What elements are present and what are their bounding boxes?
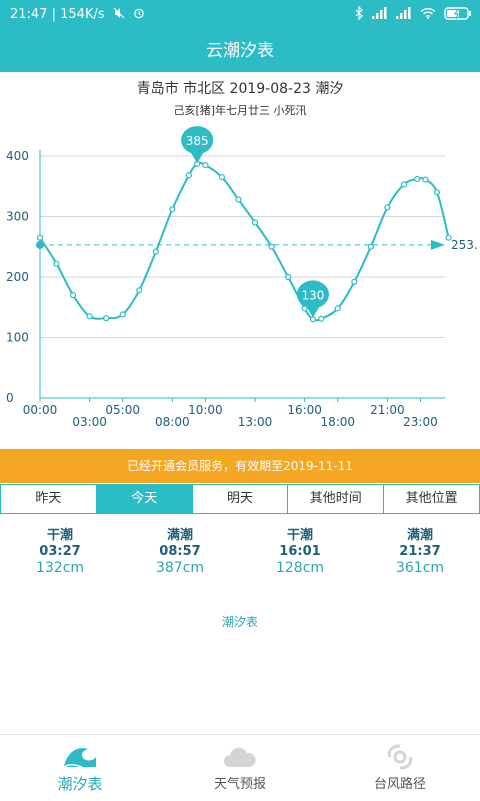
data-point [268,243,275,250]
tab-tomorrow[interactable]: 明天 [192,484,289,514]
data-point [400,181,408,188]
nav-label: 潮汐表 [57,775,103,793]
event-time: 03:27 [39,544,81,559]
event-height: 387cm [155,560,205,576]
data-point [334,305,341,312]
signal-icon [372,7,387,19]
data-point [384,204,391,211]
data-point [351,278,358,285]
x-tick-label: 08:00 [155,415,190,429]
x-tick-label: 23:00 [403,415,438,429]
data-point [433,189,441,196]
data-point [309,316,317,323]
x-tick-label: 00:00 [23,403,58,417]
data-point [36,234,44,241]
bluetooth-icon [355,6,363,20]
mute-icon [113,7,125,19]
x-tick-label: 21:00 [370,403,405,417]
status-left: 21:47 | 154K/s [10,7,145,22]
tab-today[interactable]: 今天 [96,484,193,514]
hd-signal-icon [396,7,411,19]
data-point [136,287,143,294]
data-point [318,315,325,322]
data-point [169,206,176,213]
event-height: 128cm [275,560,325,576]
data-point [152,248,159,255]
cloud-icon [224,747,256,767]
event-type: 干潮 [286,528,313,543]
data-point [235,196,242,203]
data-point [367,243,374,250]
data-point [202,161,209,169]
member-notice: 已经开通会员服务，有效期至2019-11-11 [0,449,480,483]
x-tick-label: 16:00 [287,403,322,417]
day-tabs: 昨天 今天 明天 其他时间 其他位置 [0,484,480,514]
chart-title: 青岛市 市北区 2019-08-23 潮汐 [136,81,344,97]
peak-marker-label: 130 [301,288,324,302]
status-bar: 21:47 | 154K/s [0,0,480,30]
data-point [285,273,292,281]
event-time: 08:57 [159,544,201,559]
y-tick-label: 100 [6,331,29,345]
data-point [445,234,452,241]
status-right [355,6,472,20]
data-point [422,176,429,183]
y-tick-label: 0 [6,391,14,405]
data-point [185,172,192,179]
data-point [218,174,226,181]
tab-other-time[interactable]: 其他时间 [288,484,385,514]
y-tick-label: 400 [6,149,29,163]
tab-other-location[interactable]: 其他位置 [384,484,480,514]
event-type: 满潮 [406,528,433,543]
x-tick-label: 10:00 [188,403,223,417]
app-title: 云潮汐表 [0,30,480,72]
bottom-nav: 潮汐表 天气预报 台风路径 [0,734,480,801]
x-tick-label: 05:00 [105,403,140,417]
data-point [69,292,77,299]
y-tick-label: 200 [6,270,29,284]
data-point [86,313,93,320]
reference-label: 253. [451,238,478,252]
x-tick-label: 03:00 [72,415,107,429]
wave-icon [63,747,96,768]
nav-weather-forecast[interactable]: 天气预报 [160,735,320,801]
event-time: 16:01 [279,544,321,559]
tide-curve [39,161,450,322]
data-point [251,219,259,226]
data-point [103,315,110,322]
tide-table-link[interactable]: 潮汐表 [0,613,480,630]
tide-chart: 0 100 200 300 400 00:00 03:0005:00 08:0010:00 13… [6,126,478,429]
x-tick-label: 13:00 [238,415,273,429]
battery-icon [444,6,471,20]
tide-event: 干潮 03:27 132cm [0,524,120,584]
event-time: 21:37 [399,544,441,559]
event-height: 361cm [395,560,445,576]
chart-subtitle: 己亥[猪]年七月廿三 小死汛 [173,104,307,117]
nav-label: 台风路径 [373,777,426,792]
typhoon-icon [387,744,413,770]
tide-events: 干潮 03:27 132cm 满潮 08:57 387cm 干潮 16:01 1… [0,524,480,584]
tab-yesterday[interactable]: 昨天 [0,484,97,514]
tide-event: 满潮 08:57 387cm [120,524,240,584]
y-tick-label: 300 [6,210,29,224]
status-speed: 154K/s [60,7,105,22]
nav-label: 天气预报 [213,777,266,792]
tide-event: 满潮 21:37 361cm [360,524,480,584]
event-height: 132cm [35,560,85,576]
event-type: 干潮 [46,528,73,543]
peak-marker-label: 385 [186,134,209,148]
nav-tide-table[interactable]: 潮汐表 [0,735,160,801]
wifi-icon [420,7,436,19]
alarm-icon [134,8,144,19]
tide-event: 干潮 16:01 128cm [240,524,360,584]
data-point [414,175,421,183]
x-tick-label: 18:00 [320,415,355,429]
reference-arrow [431,239,445,250]
status-time: 21:47 [10,7,48,22]
data-point [119,311,126,318]
data-point [53,260,60,267]
nav-typhoon-path[interactable]: 台风路径 [320,735,480,801]
event-type: 满潮 [166,528,193,543]
